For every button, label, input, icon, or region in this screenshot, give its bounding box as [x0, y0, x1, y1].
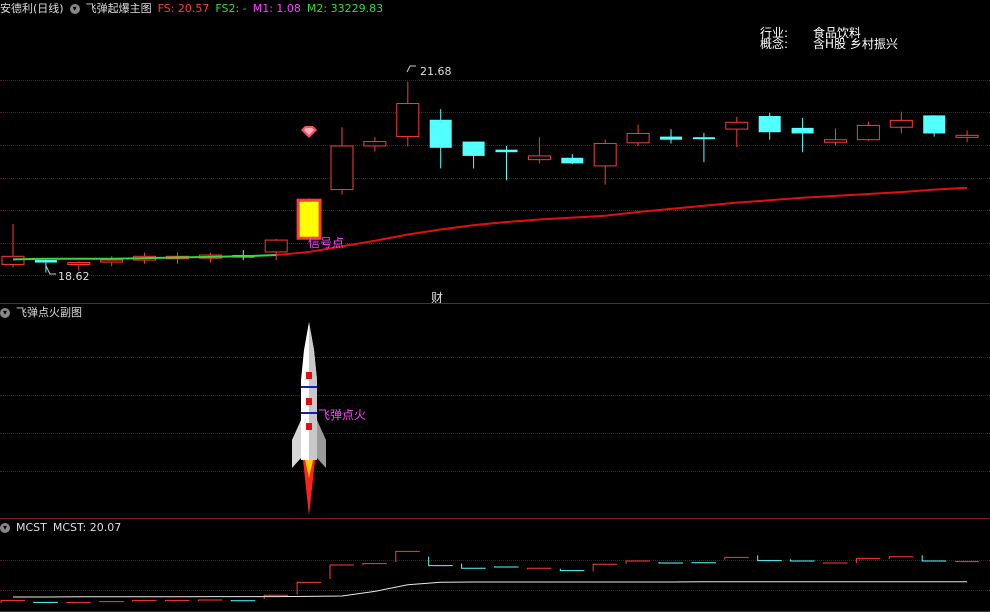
candle — [692, 132, 715, 163]
candle-body — [692, 137, 715, 140]
candle-body — [429, 119, 452, 148]
mcst-step — [921, 555, 947, 562]
candle-body — [527, 155, 551, 161]
ma-line-red — [276, 186, 968, 257]
candle-body — [758, 116, 781, 133]
candle-body — [100, 259, 124, 263]
grid-line — [0, 395, 990, 396]
mcst-step — [362, 563, 387, 565]
candle-body — [67, 262, 91, 266]
chart-window: 安德利(日线) ▾ 飞弹起爆主图 FS: 20.57 FS2: - M1: 1.08 M2:… — [0, 0, 990, 612]
ignition-label: 飞弹点火 — [318, 408, 367, 422]
candle-body — [923, 115, 946, 134]
candle-body — [856, 124, 880, 141]
mcst-step — [197, 599, 223, 601]
signal-candle-body — [296, 198, 322, 240]
high-price-label: 21.68 — [420, 65, 452, 78]
pane-divider[interactable] — [0, 303, 990, 304]
candle — [527, 137, 551, 164]
mcst-step — [461, 563, 486, 569]
mcst-step — [0, 599, 25, 603]
mcst-step — [296, 581, 322, 595]
candle — [626, 124, 650, 146]
mcst-step — [888, 556, 914, 559]
candle-body — [955, 134, 979, 138]
mcst-step — [33, 601, 58, 603]
candlestick-chart[interactable]: 21.68 18.62 信号点 — [0, 0, 990, 300]
candle — [34, 258, 57, 273]
candle — [791, 117, 814, 153]
candle-body — [396, 103, 420, 138]
candle-body — [889, 119, 913, 128]
mcst-step — [592, 563, 618, 572]
mcst-step — [526, 567, 552, 570]
mcst-step — [329, 564, 354, 579]
candle-body — [264, 239, 288, 253]
candle — [330, 127, 354, 195]
mcst-step — [790, 559, 815, 562]
candle-body — [34, 260, 57, 263]
mcst-step — [559, 568, 585, 572]
grid-line — [0, 433, 990, 434]
sub-pane-header: ▾ 飞弹点火副图 — [0, 305, 88, 321]
candle — [824, 128, 847, 146]
candle-body — [363, 141, 387, 147]
mcst-step — [823, 562, 848, 564]
mcst-step — [855, 557, 881, 563]
candle-body — [462, 141, 485, 156]
candle-body — [330, 145, 354, 191]
candle-body — [791, 127, 814, 134]
candle-body — [593, 142, 617, 167]
mcst-step — [165, 599, 190, 602]
candle-body — [561, 157, 584, 164]
candle — [462, 141, 485, 169]
candle — [923, 115, 946, 137]
candle — [363, 137, 387, 152]
candle — [758, 112, 781, 140]
candle-body — [1, 255, 25, 265]
mcst-step — [724, 556, 749, 560]
mcst-step — [691, 562, 716, 564]
candle-body — [824, 139, 847, 143]
candle-body — [626, 132, 650, 144]
candle — [1, 223, 25, 268]
candle — [593, 139, 617, 185]
sub-indicator-name[interactable]: 飞弹点火副图 — [16, 306, 82, 319]
candle — [264, 238, 288, 261]
low-price-label: 18.62 — [58, 270, 90, 283]
mcst-step — [658, 562, 683, 564]
candle — [660, 129, 682, 144]
signal-point-label: 信号点 — [308, 236, 344, 250]
mcst-step — [132, 599, 157, 602]
candle-body — [725, 121, 749, 130]
mcst-step — [625, 560, 651, 564]
mcst-step — [395, 550, 420, 562]
mcst-step — [428, 556, 453, 567]
candle-body — [495, 149, 518, 153]
mcst-step — [66, 601, 91, 603]
candle — [561, 154, 584, 165]
candle — [955, 130, 979, 143]
mcst-step — [230, 600, 256, 602]
collapse-icon[interactable]: ▾ — [0, 308, 10, 318]
candle — [856, 121, 880, 141]
candle — [396, 81, 420, 147]
low-marker — [45, 265, 56, 275]
candle — [495, 145, 518, 181]
candle — [889, 111, 913, 134]
grid-line — [0, 357, 990, 358]
high-marker — [406, 65, 416, 73]
candle — [725, 116, 749, 148]
candle — [429, 109, 452, 169]
mcst-step — [494, 566, 519, 568]
mcst-chart[interactable] — [0, 518, 990, 612]
candle-body — [660, 136, 682, 140]
mcst-step — [757, 555, 782, 562]
grid-line — [0, 471, 990, 472]
candle — [296, 198, 322, 240]
mcst-line — [13, 581, 968, 598]
